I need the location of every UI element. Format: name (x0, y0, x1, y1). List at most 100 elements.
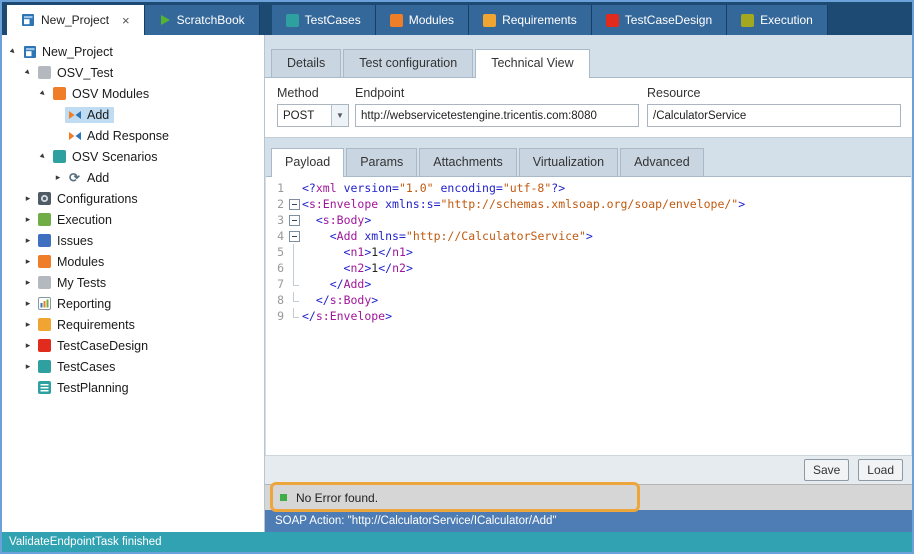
soap-action-bar: SOAP Action: "http://CalculatorService/I… (265, 510, 912, 532)
osv-module-icon (67, 108, 82, 122)
tab-requirements[interactable]: Requirements (469, 5, 592, 35)
tree-item-label: OSV Modules (72, 87, 149, 101)
line-number: 3 (266, 212, 286, 228)
tab-execution[interactable]: Execution (727, 5, 828, 35)
tree-item-testcases[interactable]: ▸TestCases (2, 356, 264, 377)
tab-advanced[interactable]: Advanced (620, 148, 704, 176)
testcasedesign-icon (606, 14, 619, 27)
code-line: 2<s:Envelope xmlns:s="http://schemas.xml… (266, 196, 911, 212)
expand-arrow-icon[interactable]: ▸ (21, 193, 35, 204)
main-panel: DetailsTest configurationTechnical View … (265, 35, 912, 532)
tab-testcases[interactable]: TestCases (272, 5, 376, 35)
tree-item-testplanning[interactable]: TestPlanning (2, 377, 264, 398)
fold-guide (286, 244, 302, 260)
tab-modules[interactable]: Modules (376, 5, 469, 35)
fold-toggle-icon[interactable] (286, 212, 302, 228)
expand-arrow-icon[interactable]: ▸ (51, 172, 65, 183)
expand-arrow-icon[interactable]: ▸ (21, 235, 35, 246)
tree-item-label: TestPlanning (57, 381, 129, 395)
fold-guide (286, 308, 302, 324)
tab-group-gap (260, 5, 272, 35)
expand-arrow-icon[interactable]: ▸ (21, 214, 35, 225)
tree-item-testcasedesign[interactable]: ▸TestCaseDesign (2, 335, 264, 356)
top-tab-strip: New_Project× ScratchBook TestCasesModules… (2, 2, 912, 35)
expand-arrow-icon[interactable]: ▸ (21, 256, 35, 267)
tree-item-issues[interactable]: ▸ Issues (2, 230, 264, 251)
fold-toggle-icon[interactable] (286, 228, 302, 244)
tab-details[interactable]: Details (271, 49, 341, 77)
window-body: ▸New_Project▸OSV_Test▸OSV ModulesAddAdd … (2, 35, 912, 532)
tree-item-modules[interactable]: ▸Modules (2, 251, 264, 272)
endpoint-input[interactable] (355, 104, 639, 127)
line-number: 7 (266, 276, 286, 292)
code-line: 5 <n1>1</n1> (266, 244, 911, 260)
tree-item-new-project[interactable]: ▸New_Project (2, 41, 264, 62)
square-icon (37, 360, 52, 373)
tree-item-configurations[interactable]: ▸Configurations (2, 188, 264, 209)
tab-technical-view[interactable]: Technical View (475, 49, 589, 78)
requirements-icon (483, 14, 496, 27)
tab-label: TestCaseDesign (625, 13, 712, 27)
tree-item-label: OSV_Test (57, 66, 113, 80)
expand-arrow-icon[interactable]: ▸ (21, 277, 35, 288)
expand-arrow-icon[interactable]: ▸ (21, 298, 35, 309)
line-number: 8 (266, 292, 286, 308)
code-area[interactable]: 1<?xml version="1.0" encoding="utf-8"?>2… (266, 176, 911, 455)
tab-virtualization[interactable]: Virtualization (519, 148, 618, 176)
load-button[interactable]: Load (858, 459, 903, 481)
tab-attachments[interactable]: Attachments (419, 148, 516, 176)
tree-item-execution[interactable]: ▸Execution (2, 209, 264, 230)
square-icon (37, 66, 52, 79)
resource-input[interactable] (647, 104, 901, 127)
tab-test-configuration[interactable]: Test configuration (343, 49, 473, 77)
tab-scratchbook[interactable]: ScratchBook (145, 5, 260, 35)
tree-item-osv-scenarios[interactable]: ▸OSV Scenarios (2, 146, 264, 167)
refresh-icon: ⟳ (67, 171, 82, 184)
report-icon (37, 297, 52, 310)
expand-arrow-icon[interactable]: ▸ (21, 361, 35, 372)
tab-testcasedesign[interactable]: TestCaseDesign (592, 5, 727, 35)
expand-arrow-icon[interactable]: ▸ (21, 340, 35, 351)
code-text: <n1>1</n1> (302, 244, 413, 260)
tab-params[interactable]: Params (346, 148, 417, 176)
tab-label: ScratchBook (177, 13, 245, 27)
tree-item-add-response[interactable]: Add Response (2, 125, 264, 146)
perspective-tabs: TestCasesModulesRequirements TestCaseDesi… (272, 5, 828, 35)
tree-item-label: Reporting (57, 297, 111, 311)
tab-new-project[interactable]: New_Project× (7, 5, 145, 35)
code-text: <n2>1</n2> (302, 260, 413, 276)
tree-item-osv-modules[interactable]: ▸OSV Modules (2, 83, 264, 104)
tree-item-add[interactable]: ▸⟳Add (2, 167, 264, 188)
tree-item-label: OSV Scenarios (72, 150, 157, 164)
tree-item-osv-test[interactable]: ▸OSV_Test (2, 62, 264, 83)
method-select[interactable]: POST ▼ (277, 104, 349, 127)
tree-item-my-tests[interactable]: ▸My Tests (2, 272, 264, 293)
tree-item-requirements[interactable]: ▸ Requirements (2, 314, 264, 335)
planning-icon (37, 381, 52, 394)
testcases-icon (286, 14, 299, 27)
chevron-down-icon[interactable]: ▼ (331, 105, 348, 126)
square-icon (52, 150, 67, 163)
tree-item-reporting[interactable]: ▸ Reporting (2, 293, 264, 314)
close-tab-icon[interactable]: × (122, 14, 130, 27)
code-text: </Add> (302, 276, 371, 292)
tree-item-label: Requirements (57, 318, 135, 332)
method-value: POST (278, 110, 331, 122)
fold-toggle-icon[interactable] (286, 196, 302, 212)
tree-item-add[interactable]: Add (2, 104, 264, 125)
config-icon (37, 192, 52, 205)
fold-guide (286, 292, 302, 308)
payload-tabs: PayloadParamsAttachmentsVirtualizationAd… (271, 148, 912, 176)
code-text: <s:Body> (302, 212, 371, 228)
line-number: 6 (266, 260, 286, 276)
window-status-text: ValidateEndpointTask finished (9, 536, 162, 548)
expand-arrow-icon[interactable]: ▸ (21, 319, 35, 330)
editor-button-row: Save Load (265, 455, 912, 484)
endpoint-form: Method POST ▼ Endpoint Resource (265, 77, 912, 138)
tree-item-label: Issues (57, 234, 93, 248)
execution-icon (741, 14, 754, 27)
save-button[interactable]: Save (804, 459, 849, 481)
square-icon (37, 276, 52, 289)
tab-payload[interactable]: Payload (271, 148, 344, 177)
tree-item-label: New_Project (42, 45, 113, 59)
